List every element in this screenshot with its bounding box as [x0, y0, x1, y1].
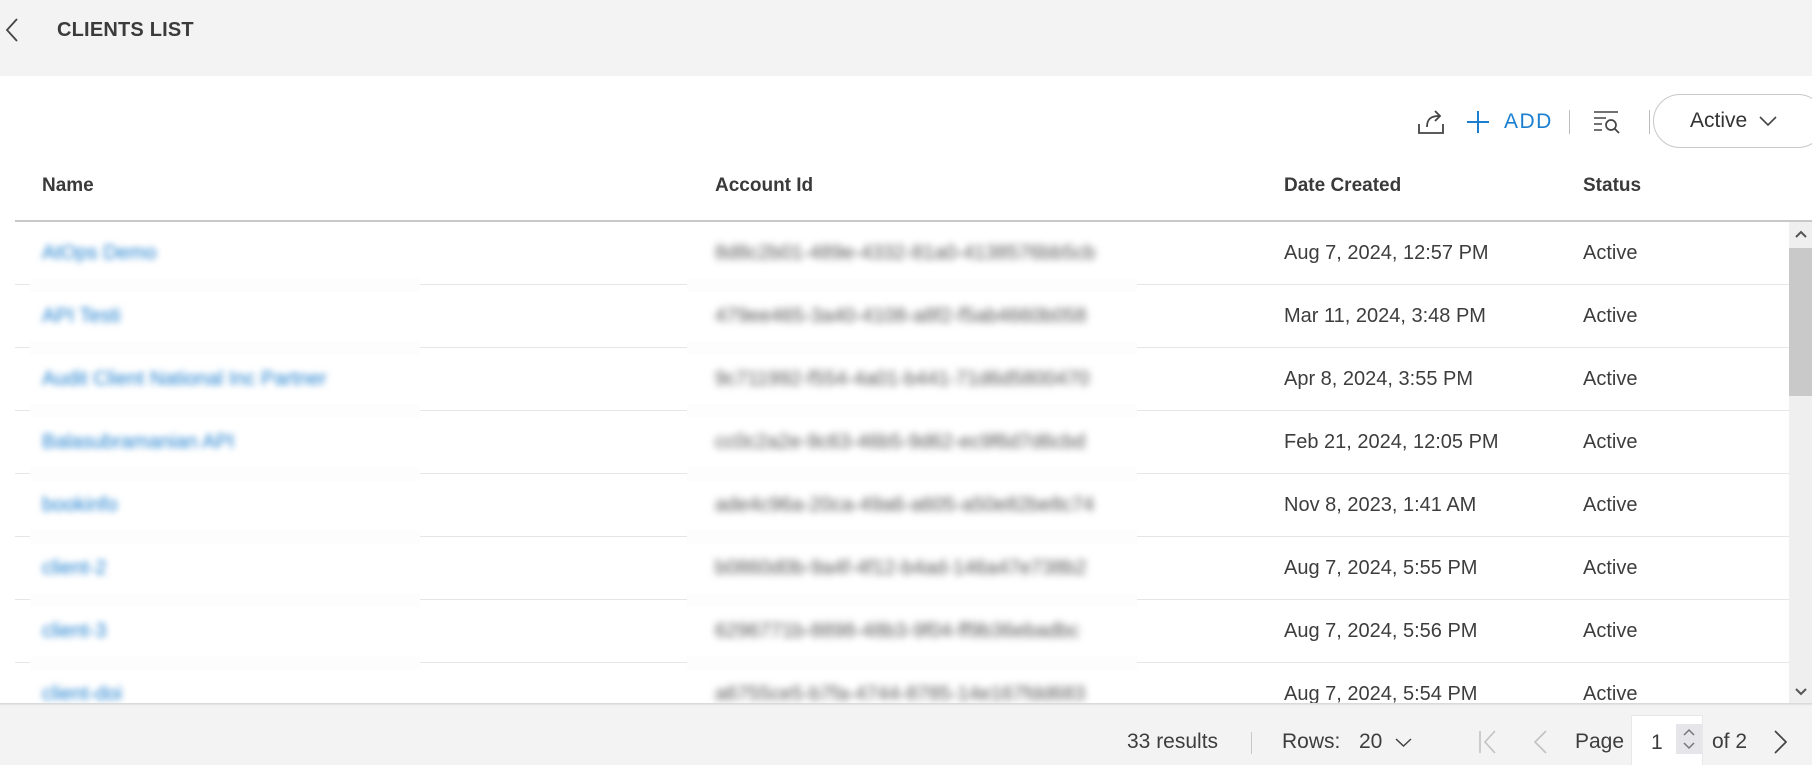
- scroll-down-button[interactable]: [1789, 680, 1812, 704]
- account-id: ade4c96a-20ca-49a6-a605-a50e82be8c74: [715, 494, 1095, 516]
- account-id: 8d8c2b01-489e-4332-81a0-4138576bb5cb: [715, 242, 1096, 264]
- page-spinner[interactable]: [1676, 724, 1702, 754]
- status: Active: [1583, 494, 1638, 516]
- account-id: 6296771b-8898-48b3-9f04-ff9b36ebadbc: [715, 620, 1080, 642]
- chevron-down-icon: [1759, 116, 1777, 127]
- client-name-link[interactable]: Balasubramanian API: [42, 411, 234, 473]
- status: Active: [1583, 242, 1638, 264]
- date-created: Aug 7, 2024, 12:57 PM: [1284, 242, 1489, 264]
- table-row[interactable]: client-2 b0860d0b-9a4f-4f12-b4ad-146a47e…: [15, 537, 1789, 607]
- export-button[interactable]: [1416, 108, 1446, 136]
- page-label: Page: [1575, 730, 1625, 753]
- scroll-up-button[interactable]: [1789, 222, 1812, 246]
- table-row[interactable]: client-doi a6755ce5-b7fa-4744-8785-14e16…: [15, 663, 1789, 704]
- account-id: 9c711992-f554-4a01-b441-71d6d5800470: [715, 368, 1090, 390]
- date-created: Aug 7, 2024, 5:55 PM: [1284, 557, 1478, 579]
- status-filter-value: Active: [1690, 109, 1748, 132]
- client-name-link[interactable]: client-2: [42, 537, 106, 599]
- add-label: ADD: [1504, 110, 1553, 133]
- next-page-button[interactable]: [1773, 728, 1789, 761]
- toolbar: ADD Active: [1392, 94, 1812, 148]
- rows-label: Rows:: [1282, 730, 1341, 753]
- chevron-right-icon: [1774, 730, 1788, 754]
- column-header-status[interactable]: Status: [1583, 175, 1641, 197]
- date-created: Aug 7, 2024, 5:54 PM: [1284, 683, 1478, 704]
- caret-down-icon: [1794, 688, 1807, 696]
- status: Active: [1583, 683, 1638, 704]
- status-filter-dropdown[interactable]: Active: [1653, 94, 1812, 148]
- column-header-date-created[interactable]: Date Created: [1284, 175, 1401, 197]
- results-count: 33 results: [1127, 730, 1219, 753]
- filter-search-icon: [1594, 111, 1620, 134]
- rows-per-page-select[interactable]: 20: [1359, 730, 1382, 754]
- top-bar: CLIENTS LIST: [0, 0, 1812, 76]
- page-title: CLIENTS LIST: [57, 19, 194, 41]
- client-name-link[interactable]: Audit Client National Inc Partner: [42, 348, 327, 410]
- table-row[interactable]: API Testi 479ee465-3a40-4108-a8f2-f5ab46…: [15, 285, 1789, 355]
- page-total: of 2: [1712, 730, 1748, 753]
- share-export-icon: [1418, 110, 1444, 134]
- toolbar-divider: [1649, 110, 1650, 134]
- status: Active: [1583, 431, 1638, 453]
- account-id: a6755ce5-b7fa-4744-8785-14e167fdd683: [715, 683, 1086, 704]
- plus-icon: [1467, 111, 1489, 133]
- page-number-value[interactable]: 1: [1651, 731, 1663, 755]
- client-name-link[interactable]: bookinfo: [42, 474, 118, 536]
- date-created: Feb 21, 2024, 12:05 PM: [1284, 431, 1499, 453]
- status: Active: [1583, 620, 1638, 642]
- search-filter-button[interactable]: [1592, 108, 1622, 136]
- chevron-down-icon[interactable]: [1395, 737, 1412, 748]
- account-id: 479ee465-3a40-4108-a8f2-f5ab4660b058: [715, 305, 1087, 327]
- scroll-thumb[interactable]: [1789, 248, 1812, 396]
- account-id: cc0c2a2e-9c63-46b5-9d62-ec9f6d7d6cbd: [715, 431, 1086, 453]
- date-created: Nov 8, 2023, 1:41 AM: [1284, 494, 1477, 516]
- client-name-link[interactable]: API Testi: [42, 285, 121, 347]
- chevron-left-icon: [1533, 730, 1547, 754]
- column-header-name[interactable]: Name: [42, 175, 94, 197]
- first-page-button[interactable]: [1478, 728, 1498, 761]
- status: Active: [1583, 557, 1638, 579]
- table-body: AtOps Demo 8d8c2b01-489e-4332-81a0-41385…: [15, 222, 1789, 704]
- first-page-icon: [1479, 730, 1496, 754]
- date-created: Mar 11, 2024, 3:48 PM: [1284, 305, 1486, 327]
- date-created: Apr 8, 2024, 3:55 PM: [1284, 368, 1474, 390]
- footer-divider: [1251, 732, 1252, 754]
- client-name-link[interactable]: AtOps Demo: [42, 222, 156, 284]
- status: Active: [1583, 368, 1638, 390]
- status: Active: [1583, 305, 1638, 327]
- pagination-bar: 33 results Rows: 20 Page 1 of 2: [0, 706, 1812, 765]
- table-row[interactable]: Audit Client National Inc Partner 9c7119…: [15, 348, 1789, 418]
- table-row[interactable]: Balasubramanian API cc0c2a2e-9c63-46b5-9…: [15, 411, 1789, 481]
- previous-page-button[interactable]: [1532, 728, 1548, 761]
- date-created: Aug 7, 2024, 5:56 PM: [1284, 620, 1478, 642]
- table-row[interactable]: AtOps Demo 8d8c2b01-489e-4332-81a0-41385…: [15, 222, 1789, 292]
- client-name-link[interactable]: client-doi: [42, 663, 122, 704]
- spinner-arrows-icon: [1683, 728, 1695, 750]
- clients-panel: ADD Active Name Account Id Date Created …: [0, 76, 1812, 704]
- toolbar-divider: [1569, 110, 1570, 134]
- chevron-left-icon: [5, 18, 18, 42]
- table-row[interactable]: client-3 6296771b-8898-48b3-9f04-ff9b36e…: [15, 600, 1789, 670]
- back-button[interactable]: [2, 16, 24, 44]
- account-id: b0860d0b-9a4f-4f12-b4ad-146a47e738b2: [715, 557, 1087, 579]
- add-client-button[interactable]: ADD: [1466, 104, 1553, 140]
- client-name-link[interactable]: client-3: [42, 600, 106, 662]
- table-row[interactable]: bookinfo ade4c96a-20ca-49a6-a605-a50e82b…: [15, 474, 1789, 544]
- table-scrollbar[interactable]: [1789, 222, 1812, 704]
- column-header-account-id[interactable]: Account Id: [715, 175, 813, 197]
- caret-up-icon: [1794, 230, 1807, 238]
- page-number-input[interactable]: 1: [1631, 715, 1703, 765]
